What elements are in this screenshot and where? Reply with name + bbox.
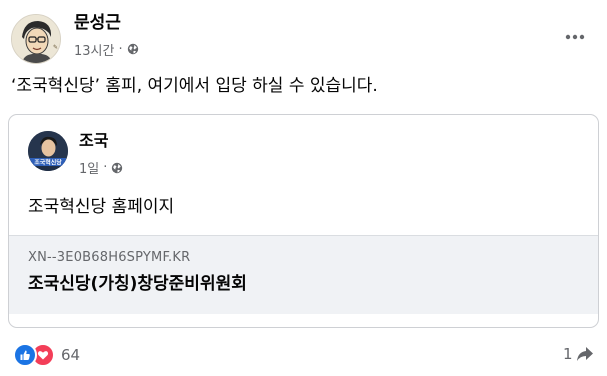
shared-author-name[interactable]: 조국 [79,131,108,151]
profile-photo-icon: 조국혁신당 [28,131,68,171]
link-preview[interactable]: XN--3E0B68H6SPYMF.KR 조국신당(가칭)창당준비위원회 [9,235,598,314]
link-title[interactable]: 조국신당(가칭)창당준비위원회 [28,273,247,295]
post-message: ‘조국혁신당’ 홈피, 여기에서 입당 하실 수 있습니다. [11,76,378,96]
reaction-summary[interactable]: 64 [13,343,80,367]
avatar-caption: 조국혁신당 [34,159,62,167]
shared-post-meta: 1일 · [79,158,123,177]
globe-icon [127,43,138,55]
shared-author-avatar[interactable]: 조국혁신당 [28,131,68,171]
svg-text:✎: ✎ [53,44,58,51]
caricature-avatar-icon: ✎ [12,15,60,63]
link-domain: XN--3E0B68H6SPYMF.KR [28,250,191,265]
more-options-icon [565,34,585,40]
share-count[interactable]: 1 [563,345,594,363]
reaction-count[interactable]: 64 [61,346,80,364]
heart-icon [37,351,49,360]
post-time[interactable]: 13시간 [74,40,114,59]
like-reaction-icon [13,343,37,367]
share-icon [576,347,593,361]
post-meta: 13시간 · [74,40,139,59]
share-count-value: 1 [563,345,573,363]
shared-post-time[interactable]: 1일 [79,158,99,177]
more-options-button[interactable] [560,26,590,48]
shared-post-message: 조국혁신당 홈페이지 [28,197,175,217]
facebook-post: ✎ 문성근 13시간 · ‘조국혁신당’ 홈피, 여기에서 입당 하실 수 있습… [0,0,607,376]
thumbs-up-icon [20,350,30,360]
shared-post-card[interactable]: 조국혁신당 조국 1일 · 조국혁신당 홈페이지 XN--3E0B68H6SPY… [8,114,599,328]
author-name[interactable]: 문성근 [74,12,121,34]
author-avatar[interactable]: ✎ [11,14,61,64]
globe-icon [112,162,123,173]
